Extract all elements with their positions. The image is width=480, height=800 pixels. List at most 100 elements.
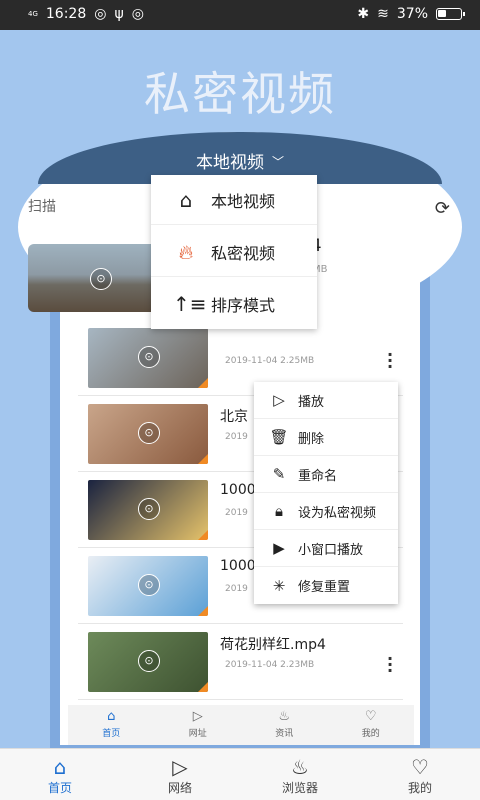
menu-item-label: 设为私密视频 [298, 505, 377, 521]
tab-label: 网络 [167, 781, 192, 795]
dropdown-item-label: 私密视频 [211, 243, 276, 263]
video-meta: 2019 [225, 584, 248, 594]
fire-icon: ♨ [291, 755, 309, 779]
video-thumbnail[interactable]: ⊙ [88, 556, 208, 616]
repair-icon: ✳ [272, 576, 286, 595]
inner-tab-urls[interactable]: ▷ 网址 [155, 705, 242, 745]
home-icon: ⌂ [179, 187, 193, 212]
menu-item-delete[interactable]: 🗑︎ 删除 [254, 419, 398, 456]
menu-item-label: 小窗口播放 [298, 542, 364, 558]
bottom-tab-bar: ⌂ 首页 ▷ 网络 ♨ 浏览器 ♡ 我的 [0, 748, 480, 800]
menu-item-rename[interactable]: ✎ 重命名 [254, 456, 398, 493]
inner-tab-bar: ⌂ 首页 ▷ 网址 ♨ 资讯 ♡ 我的 [68, 705, 414, 745]
lock-icon: ⊙ [138, 574, 160, 596]
inner-tab-label: 我的 [361, 729, 380, 739]
tab-home[interactable]: ⌂ 首页 [0, 749, 120, 800]
category-selector-label: 本地视频 [195, 153, 264, 173]
heart-icon: ♡ [411, 755, 429, 779]
category-selector[interactable]: 本地视频 ﹀ [0, 148, 480, 173]
private-corner-badge [198, 378, 208, 388]
trash-icon: 🗑︎ [269, 428, 289, 446]
inner-tab-label: 资讯 [275, 729, 294, 739]
status-left: 4G 16:28 ◎ ψ ◎ [28, 6, 144, 22]
sort-icon: ↑≡ [173, 292, 207, 316]
chevron-down-icon: ﹀ [271, 155, 284, 169]
menu-item-label: 修复重置 [298, 580, 351, 595]
play-icon: ▷ [273, 391, 285, 409]
lock-icon: ⊙ [138, 650, 160, 672]
menu-item-mini-window[interactable]: ▶︎ 小窗口播放 [254, 530, 398, 567]
bluetooth-icon: ✱ [357, 6, 370, 22]
status-right: ✱ ≋ 37% [357, 6, 465, 22]
menu-item-play[interactable]: ▷ 播放 [254, 382, 398, 419]
dropdown-item-private-video[interactable]: 🔥︎ 私密视频 [151, 227, 317, 277]
menu-item-repair[interactable]: ✳ 修复重置 [254, 567, 398, 604]
clock: 16:28 [45, 6, 87, 22]
fire-icon: 🔥︎ [178, 239, 194, 264]
battery-icon [436, 8, 465, 20]
video-thumbnail[interactable]: ⊙ [88, 480, 208, 540]
menu-item-label: 重命名 [298, 468, 338, 484]
mini-window-icon: ▶︎ [273, 539, 285, 557]
video-title: 1000 [220, 482, 256, 498]
wifi-icon: ≋ [377, 6, 389, 22]
video-thumbnail[interactable]: ⊙ [88, 632, 208, 692]
battery-percent: 37% [396, 6, 428, 22]
home-icon: ⌂ [107, 709, 116, 724]
wechat-icon: ◎ [94, 6, 107, 22]
inner-tab-home[interactable]: ⌂ 首页 [68, 705, 155, 745]
video-title: 荷花别样红.mp4 [220, 637, 326, 653]
menu-item-label: 播放 [298, 394, 325, 410]
video-meta: 2019-11-04 2.25MB [225, 356, 315, 366]
video-thumbnail[interactable]: ⊙ [88, 328, 208, 388]
video-list-item[interactable]: ⊙ 荷花别样红.mp4 2019-11-04 2.23MB · · · [78, 626, 403, 700]
more-options-icon[interactable]: ··· [387, 651, 393, 679]
dropdown-item-label: 本地视频 [211, 191, 276, 211]
category-dropdown: ⌂ 本地视频 🔥︎ 私密视频 ↑≡ 排序模式 [151, 175, 317, 329]
tab-mine[interactable]: ♡ 我的 [360, 749, 480, 800]
inner-tab-label: 网址 [188, 729, 207, 739]
private-corner-badge [198, 530, 208, 540]
menu-item-label: 删除 [298, 431, 325, 447]
tab-label: 我的 [407, 781, 432, 795]
video-meta: 2019 [225, 432, 248, 442]
lock-icon: ⊙ [138, 346, 160, 368]
heart-icon: ♡ [364, 709, 377, 724]
page-title: 私密视频 [144, 67, 336, 121]
dropdown-item-local-video[interactable]: ⌂ 本地视频 [151, 175, 317, 225]
dropdown-item-label: 排序模式 [211, 296, 276, 315]
lock-icon: ⊙ [138, 498, 160, 520]
video-thumbnail[interactable]: ⊙ [88, 404, 208, 464]
tab-network[interactable]: ▷ 网络 [120, 749, 240, 800]
private-corner-badge [198, 606, 208, 616]
play-icon: ▷ [192, 709, 203, 724]
tab-label: 首页 [47, 781, 72, 795]
network-indicator: 4G [28, 9, 38, 18]
menu-item-set-private[interactable]: 🔒︎ 设为私密视频 [254, 493, 398, 530]
video-title: 1000 [220, 558, 256, 574]
tab-browser[interactable]: ♨ 浏览器 [240, 749, 360, 800]
context-menu: ▷ 播放 🗑︎ 删除 ✎ 重命名 🔒︎ 设为私密视频 ▶︎ 小窗口播放 ✳ 修复… [254, 382, 398, 604]
video-meta: 2019-11-04 2.23MB [225, 660, 315, 670]
inner-tab-news[interactable]: ♨ 资讯 [241, 705, 328, 745]
lock-icon: 🔒︎ [275, 502, 283, 520]
tab-label: 浏览器 [281, 781, 318, 795]
lock-icon: ⊙ [138, 422, 160, 444]
private-corner-badge [198, 682, 208, 692]
cloud-icon: ◎ [131, 6, 144, 22]
play-icon: ▷ [172, 755, 188, 779]
edit-icon: ✎ [272, 465, 286, 483]
more-options-icon[interactable]: ··· [387, 347, 393, 375]
home-icon: ⌂ [53, 755, 67, 779]
dropdown-item-sort-mode[interactable]: ↑≡ 排序模式 [151, 279, 317, 329]
usb-icon: ψ [114, 6, 124, 22]
private-corner-badge [198, 454, 208, 464]
inner-tab-label: 首页 [102, 729, 121, 739]
status-bar: 4G 16:28 ◎ ψ ◎ ✱ ≋ 37% [0, 0, 480, 30]
refresh-icon[interactable]: ⟳ [435, 198, 450, 219]
lock-icon: ⊙ [90, 268, 112, 290]
fire-icon: ♨ [278, 709, 291, 724]
inner-tab-mine[interactable]: ♡ 我的 [328, 705, 415, 745]
video-title: 北京 [220, 409, 248, 425]
video-meta: 2019 [225, 508, 248, 518]
